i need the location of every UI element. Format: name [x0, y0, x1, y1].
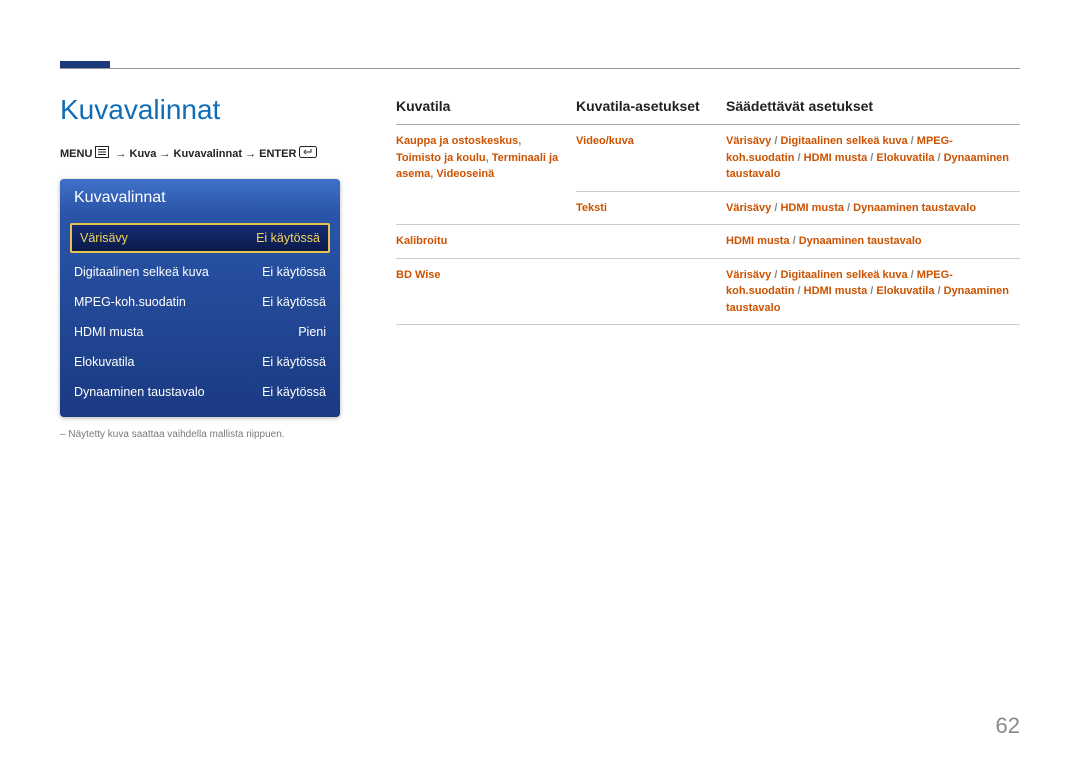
cell-asetukset: Teksti	[576, 191, 726, 225]
row-label: HDMI musta	[74, 325, 143, 339]
cell-asetukset	[576, 258, 726, 325]
row-label: MPEG-koh.suodatin	[74, 295, 186, 309]
breadcrumb: MENU → Kuva → Kuvavalinnat → ENTER	[60, 146, 360, 161]
cell-asetukset: Video/kuva	[576, 125, 726, 192]
top-divider	[60, 68, 1020, 69]
page-title: Kuvavalinnat	[60, 94, 360, 126]
arrow-icon: →	[242, 148, 259, 160]
arrow-icon: →	[156, 148, 173, 160]
corner-accent	[60, 61, 110, 68]
panel-body: Värisävy Ei käytössä Digitaalinen selkeä…	[60, 215, 340, 417]
cell-saadettavat: Värisävy / HDMI musta / Dynaaminen taust…	[726, 191, 1020, 225]
breadcrumb-kuva: Kuva	[130, 148, 157, 160]
arrow-icon: →	[112, 148, 129, 160]
row-value: Pieni	[298, 325, 326, 339]
menu-label: MENU	[60, 148, 92, 160]
page-number: 62	[996, 713, 1020, 739]
table-row: Kauppa ja ostoskeskus, Toimisto ja koulu…	[396, 125, 1020, 192]
th-kuvatila: Kuvatila	[396, 94, 576, 125]
panel-row-hdmi[interactable]: HDMI musta Pieni	[60, 317, 340, 347]
table-row: BD Wise Värisävy / Digitaalinen selkeä k…	[396, 258, 1020, 325]
row-label: Dynaaminen taustavalo	[74, 385, 205, 399]
panel-row-dynaaminen[interactable]: Dynaaminen taustavalo Ei käytössä	[60, 377, 340, 407]
breadcrumb-kuvavalinnat: Kuvavalinnat	[174, 148, 242, 160]
cell-kuvatila: Kalibroitu	[396, 225, 576, 259]
panel-header: Kuvavalinnat	[60, 179, 340, 215]
panel-row-varisavy[interactable]: Värisävy Ei käytössä	[70, 223, 330, 253]
cell-kuvatila: BD Wise	[396, 258, 576, 325]
settings-panel: Kuvavalinnat Värisävy Ei käytössä Digita…	[60, 179, 340, 417]
row-label: Elokuvatila	[74, 355, 134, 369]
cell-saadettavat: Värisävy / Digitaalinen selkeä kuva / MP…	[726, 125, 1020, 192]
row-label: Värisävy	[80, 231, 128, 245]
th-saadettavat: Säädettävät asetukset	[726, 94, 1020, 125]
row-value: Ei käytössä	[262, 295, 326, 309]
cell-kuvatila: Kauppa ja ostoskeskus, Toimisto ja koulu…	[396, 125, 576, 225]
panel-row-digitaalinen[interactable]: Digitaalinen selkeä kuva Ei käytössä	[60, 257, 340, 287]
cell-saadettavat: Värisävy / Digitaalinen selkeä kuva / MP…	[726, 258, 1020, 325]
row-value: Ei käytössä	[262, 355, 326, 369]
row-label: Digitaalinen selkeä kuva	[74, 265, 209, 279]
enter-label: ENTER	[259, 148, 296, 160]
th-kuvatila-asetukset: Kuvatila-asetukset	[576, 94, 726, 125]
settings-tbody: Kauppa ja ostoskeskus, Toimisto ja koulu…	[396, 125, 1020, 325]
panel-row-elokuvatila[interactable]: Elokuvatila Ei käytössä	[60, 347, 340, 377]
cell-saadettavat: HDMI musta / Dynaaminen taustavalo	[726, 225, 1020, 259]
footnote: Näytetty kuva saattaa vaihdella mallista…	[60, 429, 360, 440]
settings-table: Kuvatila Kuvatila-asetukset Säädettävät …	[396, 94, 1020, 325]
cell-asetukset	[576, 225, 726, 259]
panel-row-mpeg[interactable]: MPEG-koh.suodatin Ei käytössä	[60, 287, 340, 317]
row-value: Ei käytössä	[262, 385, 326, 399]
menu-icon	[95, 146, 109, 161]
row-value: Ei käytössä	[262, 265, 326, 279]
table-row: Kalibroitu HDMI musta / Dynaaminen taust…	[396, 225, 1020, 259]
row-value: Ei käytössä	[256, 231, 320, 245]
enter-icon	[299, 146, 317, 161]
